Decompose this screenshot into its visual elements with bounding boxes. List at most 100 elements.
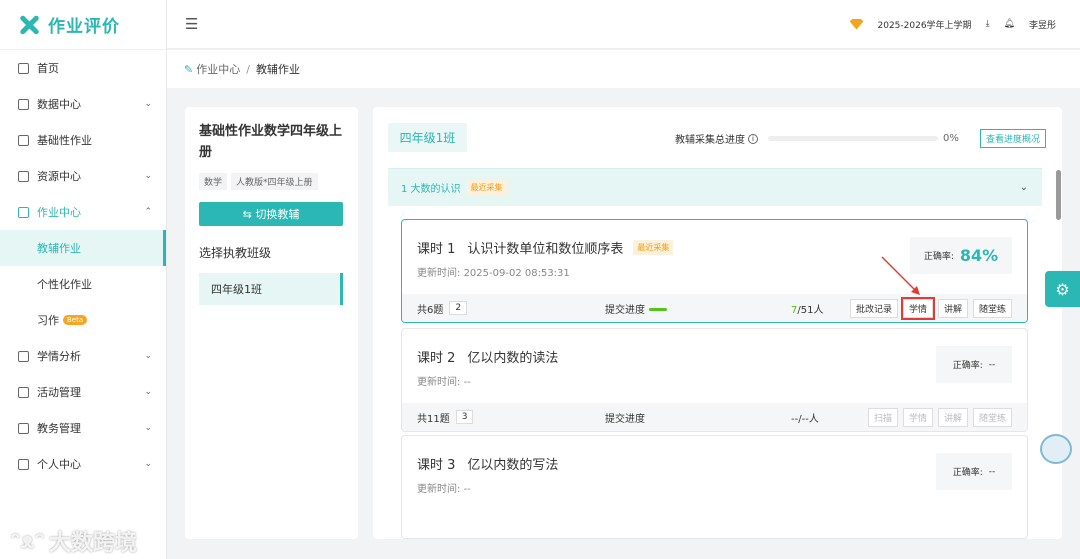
recent-badge: 最近采集 [466, 180, 507, 195]
logo-icon [18, 14, 40, 36]
progress-label: 教辅采集总进度 [675, 135, 745, 146]
sidebar-item-tutoring-homework[interactable]: 教辅作业 [0, 230, 166, 266]
question-count-box: 3 [455, 410, 474, 424]
analysis-icon [18, 350, 29, 362]
menu-collapse-icon[interactable]: ☰ [185, 15, 198, 33]
chevron-down-icon: ⌄ [144, 423, 152, 433]
chevron-up-icon: ⌃ [144, 207, 152, 217]
sidebar-item-learning-analysis[interactable]: 学情分析 ⌄ [0, 338, 166, 374]
submit-count: --/--人 [791, 413, 819, 425]
subject-tag: 数学 [199, 173, 228, 190]
lesson-footer: 共6题 2 提交进度 7/51人 批改记录 学情 讲解 随堂练 [402, 294, 1027, 322]
watermark: ᵔᴥᵔ 大数跨境 [10, 529, 138, 556]
term-selector[interactable]: 2025-2026学年上学期 [878, 18, 972, 31]
lesson-actions: 批改记录 学情 讲解 随堂练 [849, 296, 1012, 320]
sidebar-item-composition[interactable]: 习作 Beta [0, 302, 166, 338]
sidebar-item-homework-center[interactable]: 作业中心 ⌃ [0, 194, 166, 230]
home-icon [18, 62, 29, 74]
sidebar-nav: 首页 数据中心 ⌄ 基础性作业 资源中心 ⌄ 作业中心 ⌃ 教辅作业 个性化作业 习作… [0, 50, 166, 482]
edit-icon: ✎ [184, 62, 194, 76]
chevron-down-icon[interactable]: ⌄ [1020, 182, 1028, 193]
sidebar-item-personalized-homework[interactable]: 个性化作业 [0, 266, 166, 302]
lesson-title: 课时 1 认识计数单位和数位顺序表 最近采集 [417, 238, 674, 257]
lesson-card-3[interactable]: 课时 3 亿以内数的写法 更新时间: -- 正确率: -- [401, 435, 1028, 539]
breadcrumb-current: 教辅作业 [255, 63, 300, 76]
submit-progress: 提交进度 [605, 301, 667, 316]
info-icon[interactable]: i [748, 133, 758, 144]
sidebar-item-home[interactable]: 首页 [0, 50, 166, 86]
sidebar-item-resource-center[interactable]: 资源中心 ⌄ [0, 158, 166, 194]
user-icon [18, 458, 29, 470]
book-tags: 数学 人教版*四年级上册 [199, 173, 344, 190]
topbar-right: 2025-2026学年上学期 ⤓ 🔔︎ 李昱彤 [849, 18, 1080, 31]
chevron-down-icon: ⌄ [144, 99, 152, 109]
main-panel: 四年级1班 教辅采集总进度 i 0% 查看进度概况 1 大数的认识 最近采集 ⌄… [373, 107, 1062, 539]
accuracy-box: 正确率: -- [936, 346, 1012, 383]
edit-icon [18, 206, 29, 218]
book-panel: 基础性作业数学四年级上册 数学 人教版*四年级上册 ⇆ 切换教辅 选择执教班级 … [185, 107, 358, 539]
question-count-box: 2 [449, 301, 468, 315]
doc-icon [18, 134, 29, 146]
total-progress: 教辅采集总进度 i 0% [675, 131, 959, 146]
settings-gear-icon[interactable]: ⚙ [1045, 271, 1080, 307]
submit-progress: 提交进度 [605, 413, 645, 425]
switch-book-button[interactable]: ⇆ 切换教辅 [199, 202, 343, 226]
topbar: ☰ 2025-2026学年上学期 ⤓ 🔔︎ 李昱彤 [167, 0, 1080, 49]
grid-icon [18, 170, 29, 182]
unit-title: 1 大数的认识 [401, 184, 461, 195]
sidebar-item-personal-center[interactable]: 个人中心 ⌄ [0, 446, 166, 482]
recent-badge: 最近采集 [633, 240, 674, 255]
practice-button[interactable]: 随堂练 [972, 298, 1012, 318]
explain-button[interactable]: 讲解 [937, 298, 968, 318]
practice-button[interactable]: 随堂练 [972, 407, 1012, 427]
view-progress-button[interactable]: 查看进度概况 [980, 129, 1047, 148]
accuracy-value: -- [988, 466, 996, 477]
breadcrumb: ✎ 作业中心 / 教辅作业 [167, 50, 1080, 88]
progress-percent: 0% [943, 133, 959, 144]
app-logo[interactable]: 作业评价 [0, 0, 166, 50]
sidebar-item-activity-management[interactable]: 活动管理 ⌄ [0, 374, 166, 410]
accuracy-box: 正确率: -- [936, 453, 1012, 490]
download-icon[interactable]: ⤓ [986, 19, 990, 29]
chevron-down-icon: ⌄ [144, 171, 152, 181]
sidebar-item-data-center[interactable]: 数据中心 ⌄ [0, 86, 166, 122]
vip-diamond-icon[interactable] [849, 18, 864, 30]
class-list-item[interactable]: 四年级1班 [199, 273, 343, 305]
grading-record-button[interactable]: 批改记录 [849, 298, 898, 318]
annotation-arrow [881, 256, 920, 295]
chevron-down-icon: ⌄ [144, 459, 152, 469]
scrollbar[interactable] [1056, 170, 1061, 220]
chevron-down-icon: ⌄ [144, 351, 152, 361]
sidebar-item-academic-affairs[interactable]: 教务管理 ⌄ [0, 410, 166, 446]
select-class-label: 选择执教班级 [199, 246, 272, 260]
chevron-down-icon: ⌄ [144, 387, 152, 397]
update-time: 更新时间: 2025-09-02 08:53:31 [417, 268, 570, 279]
edition-tag: 人教版*四年级上册 [231, 173, 318, 190]
lesson-title: 课时 3 亿以内数的写法 [417, 458, 559, 473]
user-name[interactable]: 李昱彤 [1029, 18, 1056, 31]
lesson-card-2[interactable]: 课时 2 亿以内数的读法 更新时间: -- 正确率: -- 共11题 3 提交进度 … [401, 328, 1028, 432]
sidebar: 作业评价 首页 数据中心 ⌄ 基础性作业 资源中心 ⌄ 作业中心 ⌃ 教辅作业 个性化… [0, 0, 167, 559]
bell-icon[interactable]: 🔔︎ [1004, 19, 1015, 29]
school-icon [18, 422, 29, 434]
lesson-actions: 扫描 学情 讲解 随堂练 [867, 407, 1012, 427]
submit-count: 7/51人 [791, 304, 824, 316]
scan-button[interactable]: 扫描 [867, 407, 898, 427]
learning-status-button[interactable]: 学情 [900, 296, 935, 320]
unit-header[interactable]: 1 大数的认识 最近采集 ⌄ [388, 168, 1042, 206]
total-progress-bar [768, 136, 938, 141]
learning-status-button[interactable]: 学情 [902, 407, 933, 427]
app-name: 作业评价 [48, 17, 120, 37]
sidebar-item-basic-homework[interactable]: 基础性作业 [0, 122, 166, 158]
breadcrumb-parent[interactable]: 作业中心 [196, 61, 240, 77]
accuracy-value: 84% [959, 246, 999, 265]
tab-class[interactable]: 四年级1班 [388, 123, 467, 152]
accuracy-value: -- [988, 359, 996, 370]
explain-button[interactable]: 讲解 [937, 407, 968, 427]
lesson-footer: 共11题 3 提交进度 --/--人 扫描 学情 讲解 随堂练 [402, 403, 1027, 431]
update-time: 更新时间: -- [417, 484, 471, 495]
beta-badge: Beta [63, 315, 88, 325]
watermark-logo-icon: ᵔᴥᵔ [10, 529, 45, 554]
breadcrumb-separator: / [246, 62, 250, 76]
assistant-robot-icon[interactable] [1040, 434, 1072, 464]
